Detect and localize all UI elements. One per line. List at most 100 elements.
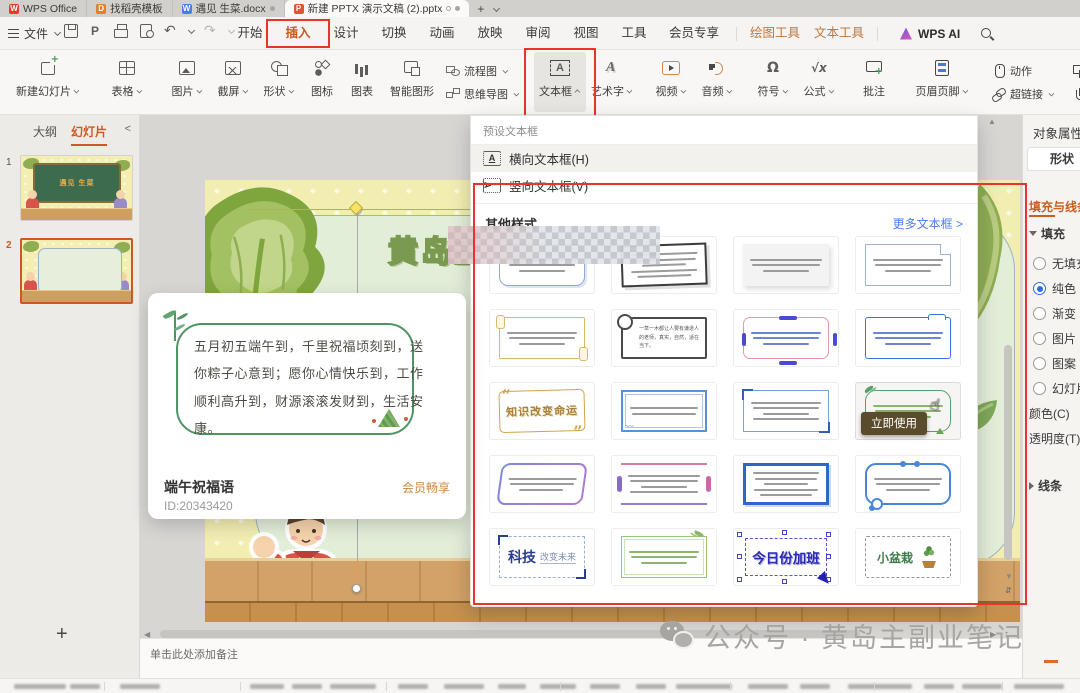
textbox-template-card[interactable]	[733, 382, 839, 440]
line-group-header[interactable]: 线条	[1029, 477, 1062, 494]
undo-chevron-icon[interactable]	[187, 27, 195, 35]
ribbon-button-图表[interactable]: 图表	[342, 52, 382, 112]
menu-tab-插入[interactable]: 插入	[274, 17, 322, 50]
scroll-down-arrow[interactable]: ▼	[1005, 573, 1013, 581]
selection-handle[interactable]	[352, 584, 361, 593]
textbox-template-card[interactable]	[733, 455, 839, 513]
textbox-template-card[interactable]: 小盆栽	[855, 528, 961, 586]
redo-icon[interactable]	[202, 22, 220, 40]
ribbon-button-附件[interactable]: 附件	[1073, 86, 1080, 102]
tab-shape[interactable]: 形状	[1027, 147, 1080, 171]
color-label[interactable]: 颜色(C)	[1029, 405, 1070, 422]
collapse-panel-button[interactable]: <	[125, 123, 131, 135]
ribbon-group: 视频音频	[648, 52, 740, 112]
decor-dot	[372, 419, 376, 423]
template-text-line	[638, 274, 691, 278]
fill-and-line-section[interactable]: 填充与线条	[1029, 198, 1080, 215]
use-now-button[interactable]: 立即使用	[861, 412, 927, 435]
ribbon-button-文本框[interactable]: 文本框	[534, 52, 586, 112]
panel-tab-大纲[interactable]: 大纲	[33, 123, 57, 146]
textbox-template-card[interactable]: 今日份加班	[733, 528, 839, 586]
undo-icon[interactable]	[162, 22, 180, 40]
preset-textbox-item[interactable]: 竖向文本框(V)	[471, 172, 977, 199]
new-tab-button[interactable]: +	[469, 0, 492, 17]
fill-option-渐变[interactable]: 渐变	[1033, 305, 1076, 322]
slide-thumbnail-2[interactable]	[20, 238, 133, 304]
textbox-template-card[interactable]	[611, 455, 717, 513]
ribbon-button-流程图[interactable]: 流程图	[446, 63, 520, 79]
more-textboxes-link[interactable]: 更多文本框 >	[893, 215, 963, 232]
menu-tab-工具[interactable]: 工具	[610, 17, 658, 50]
window-tab[interactable]: D找稻壳模板	[87, 0, 173, 17]
search-icon[interactable]	[980, 27, 994, 41]
panel-tab-幻灯片[interactable]: 幻灯片	[71, 123, 107, 146]
textbox-template-card[interactable]	[855, 309, 961, 367]
ribbon-button-图标[interactable]: 图标	[302, 52, 342, 112]
textbox-template-card[interactable]: 立即使用☝	[855, 382, 961, 440]
menu-tab-动画[interactable]: 动画	[418, 17, 466, 50]
scroll-up-arrow[interactable]: ▲	[988, 118, 996, 126]
ribbon-button-截屏[interactable]: 截屏	[210, 52, 256, 112]
textbox-template-card[interactable]	[855, 236, 961, 294]
textbox-template-card[interactable]: 科技改变未来	[489, 528, 595, 586]
preset-textbox-item[interactable]: 横向文本框(H)	[471, 145, 977, 172]
print-preview-icon[interactable]	[137, 22, 155, 40]
wps-ai-area[interactable]: WPS AI	[900, 17, 994, 50]
fill-group-header[interactable]: 填充	[1029, 225, 1065, 242]
textbox-template-card[interactable]	[733, 309, 839, 367]
textbox-template-card[interactable]	[489, 455, 595, 513]
ribbon-button-页眉页脚[interactable]: 页眉页脚	[906, 52, 978, 112]
slide-thumbnail-1[interactable]: 遇见 生菜	[20, 155, 133, 221]
ribbon-button-公式[interactable]: 公式	[796, 52, 842, 112]
ribbon-button-新建幻灯片[interactable]: 新建幻灯片	[6, 52, 90, 112]
ribbon-button-音频[interactable]: 音频	[694, 52, 740, 112]
ribbon-button-表格[interactable]: 表格	[100, 52, 154, 112]
menu-tab-绘图工具[interactable]: 绘图工具	[743, 17, 807, 50]
textbox-template-card[interactable]	[855, 455, 961, 513]
textbox-template-card[interactable]: 一草一木都让人要有谦逊人的老师，真实，自然，适在当下。	[611, 309, 717, 367]
ribbon-button-思维导图[interactable]: 思维导图	[446, 86, 520, 102]
window-tab[interactable]: W遇见 生菜.docx	[173, 0, 285, 17]
window-tab[interactable]: WWPS Office	[0, 0, 87, 17]
menu-tab-设计[interactable]: 设计	[322, 17, 370, 50]
textbox-template-card[interactable]	[611, 528, 717, 586]
fill-option-纯色[interactable]: 纯色	[1033, 280, 1076, 297]
status-item-blurred	[540, 684, 576, 689]
menu-tab-审阅[interactable]: 审阅	[514, 17, 562, 50]
next-slide-arrow[interactable]: ⇵	[1005, 587, 1012, 595]
ribbon-button-符号[interactable]: 符号	[750, 52, 796, 112]
ribbon-button-超链接[interactable]: 超链接	[992, 86, 1055, 102]
fill-option-图案[interactable]: 图案	[1033, 355, 1076, 372]
textbox-template-card[interactable]: 知识改变命运	[489, 382, 595, 440]
menu-tab-视图[interactable]: 视图	[562, 17, 610, 50]
ribbon-button-图片[interactable]: 图片	[164, 52, 210, 112]
template-text-line	[632, 413, 696, 415]
file-menu-button[interactable]: 文件	[8, 25, 61, 42]
menu-tab-文本工具[interactable]: 文本工具	[807, 17, 871, 50]
fill-option-幻灯片[interactable]: 幻灯片	[1033, 380, 1080, 397]
tab-list-chevron-icon[interactable]	[492, 5, 500, 13]
ribbon-button-动作[interactable]: 动作	[992, 63, 1055, 79]
textbox-template-card[interactable]	[611, 382, 717, 440]
textbox-template-card[interactable]	[733, 236, 839, 294]
ribbon-button-智能图形[interactable]: 智能图形	[382, 52, 442, 112]
menu-tab-会员专享[interactable]: 会员专享	[658, 17, 730, 50]
fill-option-无填充[interactable]: 无填充	[1033, 255, 1080, 272]
ribbon-button-对象[interactable]: 对象	[1073, 63, 1080, 79]
ribbon-button-形状[interactable]: 形状	[256, 52, 302, 112]
export-pdf-icon[interactable]	[87, 22, 105, 40]
menu-tab-切换[interactable]: 切换	[370, 17, 418, 50]
ribbon-button-视频[interactable]: 视频	[648, 52, 694, 112]
print-icon[interactable]	[112, 22, 130, 40]
window-tab[interactable]: P新建 PPTX 演示文稿 (2).pptx	[285, 0, 470, 17]
add-slide-button[interactable]: +	[56, 623, 68, 646]
ribbon-button-批注[interactable]: 批注	[852, 52, 896, 112]
status-divider	[104, 682, 105, 691]
textbox-template-card[interactable]	[489, 309, 595, 367]
vertical-scrollbar[interactable]	[1004, 345, 1012, 560]
fill-option-图片[interactable]: 图片	[1033, 330, 1076, 347]
menu-tab-放映[interactable]: 放映	[466, 17, 514, 50]
save-icon[interactable]	[62, 22, 80, 40]
adjust-handle-diamond[interactable]	[349, 201, 363, 215]
opacity-label[interactable]: 透明度(T)	[1029, 430, 1080, 447]
